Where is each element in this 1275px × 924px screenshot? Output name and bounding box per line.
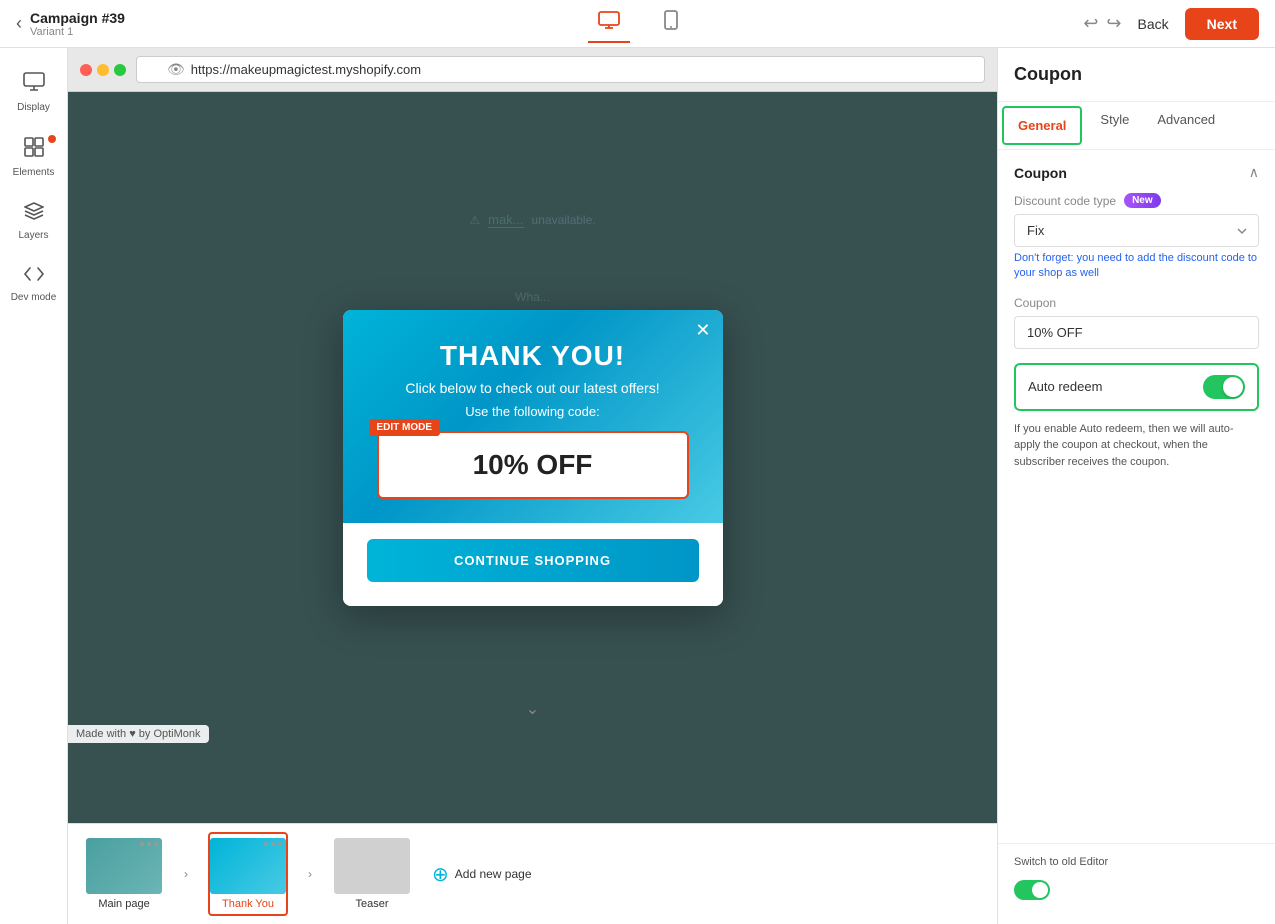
browser-bar: 👁 https://makeupmagictest.myshopify.com (68, 48, 997, 92)
thumbnail-teaser[interactable]: Teaser (332, 834, 412, 914)
thumbnail-thank-you[interactable]: Thank You (208, 832, 288, 916)
discount-code-select[interactable]: Fix Percentage Random (1014, 214, 1259, 247)
browser-dot-green (114, 64, 126, 76)
elements-icon (24, 137, 44, 163)
collapse-icon[interactable]: ∧ (1249, 164, 1259, 181)
auto-redeem-row: Auto redeem (1014, 363, 1259, 411)
thumb-dots-2 (264, 842, 282, 846)
popup-modal: ✕ THANK YOU! Click below to check out ou… (343, 310, 723, 606)
add-new-page-btn[interactable]: ⊕ Add new page (424, 858, 540, 891)
next-btn[interactable]: Next (1185, 8, 1259, 40)
url-text: https://makeupmagictest.myshopify.com (191, 62, 421, 77)
auto-redeem-label: Auto redeem (1028, 379, 1102, 394)
mobile-view-btn[interactable] (654, 4, 688, 44)
sidebar-elements-label: Elements (13, 167, 55, 178)
main-page-label: Main page (98, 898, 149, 910)
tab-advanced[interactable]: Advanced (1143, 102, 1229, 149)
panel-header: Coupon (998, 48, 1275, 102)
modal-title: THANK YOU! (367, 340, 699, 372)
layers-icon (24, 202, 44, 226)
right-panel: Coupon General Style Advanced Coupon ∧ D… (997, 48, 1275, 924)
teaser-preview (334, 838, 410, 894)
display-icon (23, 72, 45, 98)
url-bar: 👁 https://makeupmagictest.myshopify.com (136, 56, 985, 83)
modal-coupon-box[interactable]: EDIT MODE 10% OFF (377, 431, 689, 499)
campaign-info: Campaign #39 Variant 1 (30, 10, 125, 38)
add-page-plus-icon: ⊕ (432, 862, 449, 887)
discount-hint: Don't forget: you need to add the discou… (1014, 251, 1259, 282)
section-title: Coupon (1014, 165, 1067, 181)
browser-dot-red (80, 64, 92, 76)
sidebar-bottom: Switch to old Editor (998, 843, 1275, 924)
sidebar-layers-label: Layers (18, 230, 48, 241)
discount-code-type-group: Discount code type New Fix Percentage Ra… (1014, 193, 1259, 282)
topbar-back-campaign[interactable]: ‹ (16, 13, 22, 34)
chevron-down-icon: ⌄ (522, 695, 543, 723)
browser-dot-yellow (97, 64, 109, 76)
topbar-right: ↩ ↪ Back Next (1079, 8, 1259, 40)
panel-title: Coupon (1014, 64, 1082, 84)
browser-dots (80, 64, 126, 76)
undo-redo-group: ↩ ↪ (1083, 13, 1121, 34)
modal-top-section: THANK YOU! Click below to check out our … (343, 310, 723, 523)
sidebar-devmode-label: Dev mode (11, 292, 57, 303)
coupon-field-group: Coupon (1014, 296, 1259, 349)
made-with-badge: Made with ♥ by OptiMonk (68, 725, 209, 743)
main-layout: Display Elements Layers Dev mode (0, 48, 1275, 924)
back-btn[interactable]: Back (1138, 16, 1169, 32)
coupon-section: Coupon ∧ Discount code type New Fix Perc… (998, 150, 1275, 484)
modal-close-btn[interactable]: ✕ (695, 320, 710, 341)
auto-redeem-toggle[interactable] (1203, 375, 1245, 399)
thank-you-label: Thank You (222, 898, 274, 910)
add-page-label: Add new page (455, 867, 532, 881)
canvas-area: 👁 https://makeupmagictest.myshopify.com … (68, 48, 997, 924)
sidebar-item-elements[interactable]: Elements (4, 129, 64, 186)
canvas-content: ⚠ mak... unavailable. Wha... 🕐 If you...… (68, 92, 997, 823)
teaser-label: Teaser (355, 898, 388, 910)
redo-btn[interactable]: ↪ (1106, 13, 1121, 34)
device-switcher (208, 4, 1067, 44)
thumb-arrow-2: › (300, 864, 320, 884)
coupon-label: Coupon (1014, 296, 1259, 310)
topbar: ‹ Campaign #39 Variant 1 ↩ ↪ Back Next (0, 0, 1275, 48)
page-thumbnails: Main page › Thank You › Teaser (68, 823, 997, 924)
eye-icon: 👁 (167, 61, 185, 78)
desktop-view-btn[interactable] (588, 5, 630, 43)
old-editor-toggle[interactable] (1014, 880, 1050, 900)
modal-coupon-code: 10% OFF (395, 449, 671, 481)
main-page-preview (86, 838, 162, 894)
old-editor-label: Switch to old Editor (1014, 856, 1108, 868)
discount-code-label: Discount code type New (1014, 193, 1259, 208)
modal-code-label: Use the following code: (367, 404, 699, 419)
coupon-input[interactable] (1014, 316, 1259, 349)
auto-redeem-hint: If you enable Auto redeem, then we will … (1014, 421, 1259, 471)
sidebar-item-layers[interactable]: Layers (4, 194, 64, 249)
thumbnail-main-page[interactable]: Main page (84, 834, 164, 914)
campaign-subtitle: Variant 1 (30, 26, 125, 38)
modal-subtitle: Click below to check out our latest offe… (367, 380, 699, 396)
tab-general[interactable]: General (1002, 106, 1082, 145)
section-header: Coupon ∧ (1014, 164, 1259, 181)
old-editor-section: Switch to old Editor (998, 843, 1275, 912)
modal-cta-btn[interactable]: CONTINUE SHOPPING (367, 539, 699, 582)
thumb-dots (140, 842, 158, 846)
modal-bottom-section: CONTINUE SHOPPING (343, 523, 723, 606)
sidebar-display-label: Display (17, 102, 50, 113)
undo-btn[interactable]: ↩ (1083, 13, 1098, 34)
panel-tabs: General Style Advanced (998, 102, 1275, 150)
sidebar-item-display[interactable]: Display (4, 64, 64, 121)
devmode-icon (23, 265, 45, 288)
tab-style[interactable]: Style (1086, 102, 1143, 149)
thank-you-preview (210, 838, 286, 894)
thumb-arrow-1: › (176, 864, 196, 884)
sidebar-item-devmode[interactable]: Dev mode (4, 257, 64, 311)
topbar-left: ‹ Campaign #39 Variant 1 (16, 10, 196, 38)
left-sidebar: Display Elements Layers Dev mode (0, 48, 68, 924)
new-badge: New (1124, 193, 1161, 208)
campaign-title: Campaign #39 (30, 10, 125, 26)
edit-mode-badge: EDIT MODE (369, 419, 441, 436)
